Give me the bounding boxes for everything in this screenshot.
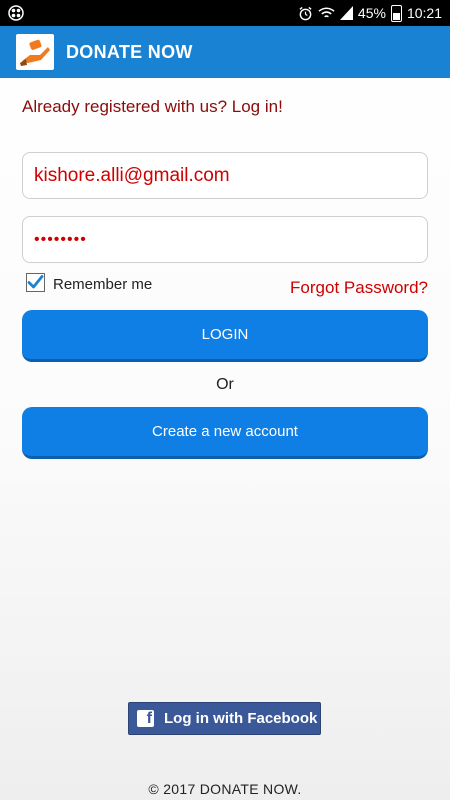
copyright-footer: © 2017 DONATE NOW. [148,781,302,797]
hand-heart-icon [16,34,54,70]
password-field-container [22,216,428,263]
battery-icon [390,4,402,22]
forgot-password-link[interactable]: Forgot Password? [290,278,428,298]
facebook-login-label: Log in with Facebook [164,710,318,727]
wifi-icon [318,6,335,20]
remember-me-checkbox[interactable] [26,273,45,292]
signal-icon [339,6,353,20]
facebook-icon: f [137,710,154,727]
status-bar: 45% 10:21 [0,0,450,26]
or-separator: Or [216,376,234,393]
login-heading: Already registered with us? Log in! [22,97,283,116]
facebook-login-button[interactable]: f Log in with Facebook [128,702,321,735]
remember-me-label[interactable]: Remember me [53,276,152,293]
app-bar: DONATE NOW [0,26,450,78]
password-field[interactable] [34,230,427,249]
login-button[interactable]: LOGIN [22,310,428,362]
app-notification-icon [8,5,24,21]
remember-me-row: Remember me [26,272,152,293]
email-field-container [22,152,428,199]
email-field[interactable] [34,164,427,187]
checkmark-icon [27,275,44,289]
battery-percent: 45% [357,5,386,21]
app-title: DONATE NOW [66,41,193,62]
clock: 10:21 [406,5,442,21]
create-account-button[interactable]: Create a new account [22,407,428,459]
alarm-icon [298,6,313,21]
